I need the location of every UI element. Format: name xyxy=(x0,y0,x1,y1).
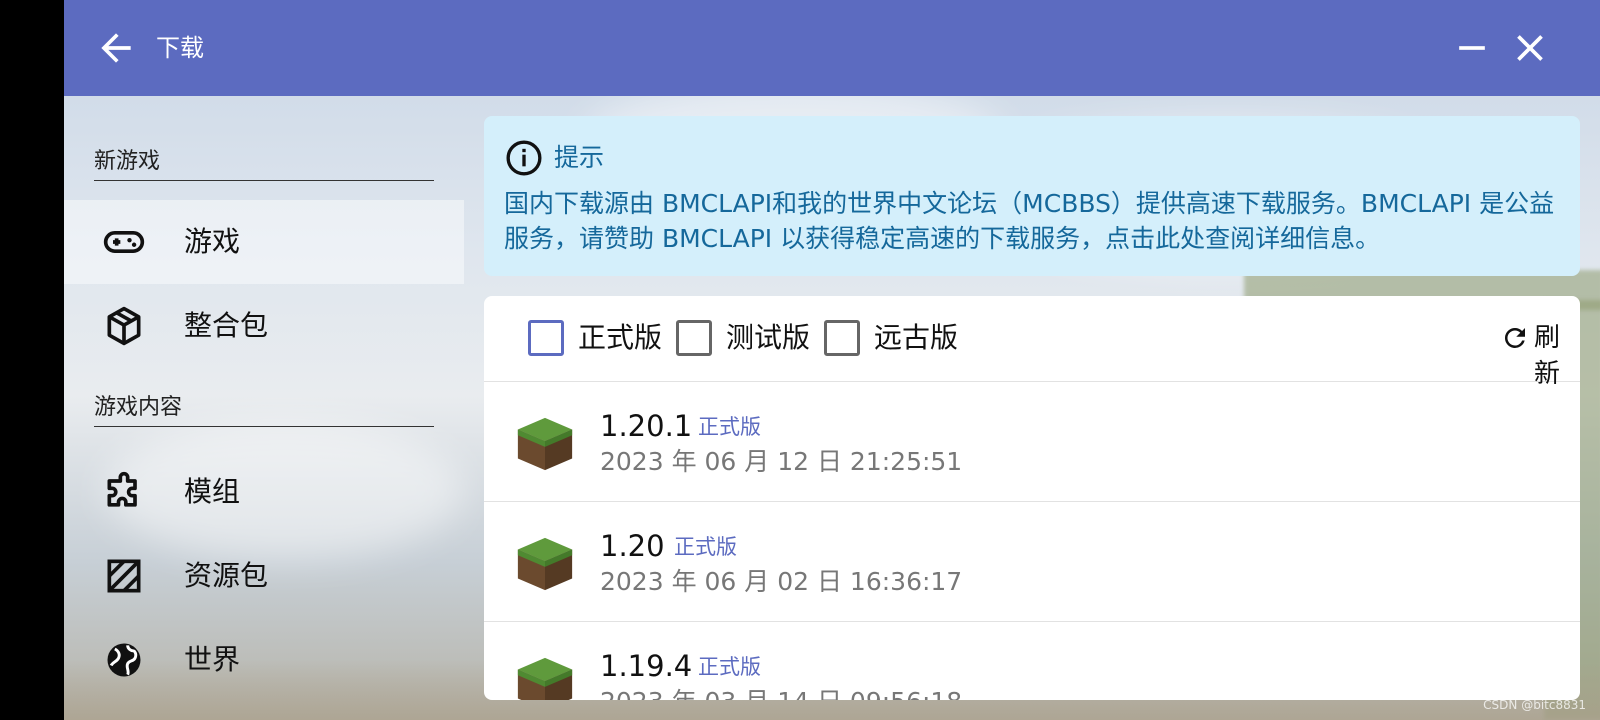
version-type-tag: 正式版 xyxy=(674,535,737,559)
page-title: 下载 xyxy=(156,34,204,62)
close-icon xyxy=(1517,35,1543,61)
arrow-left-icon xyxy=(101,33,131,63)
sidebar-item-label: 模组 xyxy=(184,475,241,508)
filter-label: 正式版 xyxy=(578,321,663,354)
filter-label: 测试版 xyxy=(726,321,811,354)
refresh-button[interactable]: 刷新 xyxy=(1500,320,1580,389)
grass-block-icon xyxy=(517,537,573,591)
section-title-new-game: 新游戏 xyxy=(94,148,434,181)
minimize-icon xyxy=(1459,46,1485,50)
version-row[interactable]: 1.19.4 正式版 2023 年 03 月 14 日 09:56:18 xyxy=(484,622,1580,700)
sidebar-item-label: 资源包 xyxy=(184,559,269,592)
version-row[interactable]: 1.20 正式版 2023 年 06 月 02 日 16:36:17 xyxy=(484,502,1580,622)
watermark: CSDN @bitc8831 xyxy=(1483,698,1586,712)
version-name: 1.19.4 xyxy=(600,649,693,683)
sidebar-item-modpack[interactable]: 整合包 xyxy=(64,284,464,368)
info-icon xyxy=(506,140,542,176)
refresh-icon xyxy=(1504,327,1525,348)
hint-title: 提示 xyxy=(554,143,605,172)
hint-body: 国内下载源由 BMCLAPI和我的世界中文论坛（MCBBS）提供高速下载服务。B… xyxy=(504,189,1555,253)
filter-old-checkbox[interactable]: 远古版 xyxy=(824,318,964,358)
gamepad-icon xyxy=(103,231,145,253)
sidebar-item-resource-packs[interactable]: 资源包 xyxy=(64,534,464,618)
texture-icon xyxy=(107,559,141,593)
sidebar-item-label: 游戏 xyxy=(184,225,241,258)
grass-block-icon xyxy=(517,657,573,700)
version-name: 1.20 xyxy=(600,529,665,563)
package-icon xyxy=(107,306,141,346)
version-row[interactable]: 1.20.1 正式版 2023 年 06 月 12 日 21:25:51 xyxy=(484,382,1580,502)
minimize-button[interactable] xyxy=(1450,26,1494,70)
version-date: 2023 年 06 月 12 日 21:25:51 xyxy=(600,447,963,476)
sidebar: 新游戏 游戏 整合包 游戏内容 模组 资源包 世界 xyxy=(64,96,464,720)
section-title-game-content: 游戏内容 xyxy=(94,394,434,427)
filter-bar: 正式版 测试版 远古版 刷新 xyxy=(484,296,1580,389)
grass-block-icon xyxy=(517,417,573,471)
version-name: 1.20.1 xyxy=(600,409,693,443)
sidebar-item-mods[interactable]: 模组 xyxy=(64,450,464,534)
title-bar: 下载 xyxy=(64,0,1600,96)
checkbox-box xyxy=(824,320,860,356)
filter-snapshot-checkbox[interactable]: 测试版 xyxy=(676,318,816,358)
left-black-strip xyxy=(0,0,64,720)
checkbox-box xyxy=(528,320,564,356)
puzzle-icon xyxy=(107,471,137,507)
filter-label: 远古版 xyxy=(874,321,959,354)
version-type-tag: 正式版 xyxy=(698,655,761,679)
checkbox-box xyxy=(676,320,712,356)
sidebar-item-label: 世界 xyxy=(184,643,241,676)
download-window: 下载 新游戏 游戏 整合包 游戏内容 模组 资源包 世界 提示 国内下载源由 B… xyxy=(64,0,1600,720)
version-list-panel: 正式版 测试版 远古版 刷新 1.20.1 正式版 2023 年 06 月 12… xyxy=(484,296,1580,700)
hint-card[interactable]: 提示 国内下载源由 BMCLAPI和我的世界中文论坛（MCBBS）提供高速下载服… xyxy=(484,116,1580,276)
version-type-tag: 正式版 xyxy=(698,415,761,439)
sidebar-item-worlds[interactable]: 世界 xyxy=(64,618,464,702)
version-date: 2023 年 03 月 14 日 09:56:18 xyxy=(600,686,962,700)
sidebar-item-game[interactable]: 游戏 xyxy=(64,200,464,284)
globe-icon xyxy=(107,643,141,677)
close-button[interactable] xyxy=(1508,26,1552,70)
filter-release-checkbox[interactable]: 正式版 xyxy=(528,318,668,358)
sidebar-item-label: 整合包 xyxy=(184,309,269,342)
back-button[interactable] xyxy=(94,26,138,70)
version-date: 2023 年 06 月 02 日 16:36:17 xyxy=(600,567,963,596)
